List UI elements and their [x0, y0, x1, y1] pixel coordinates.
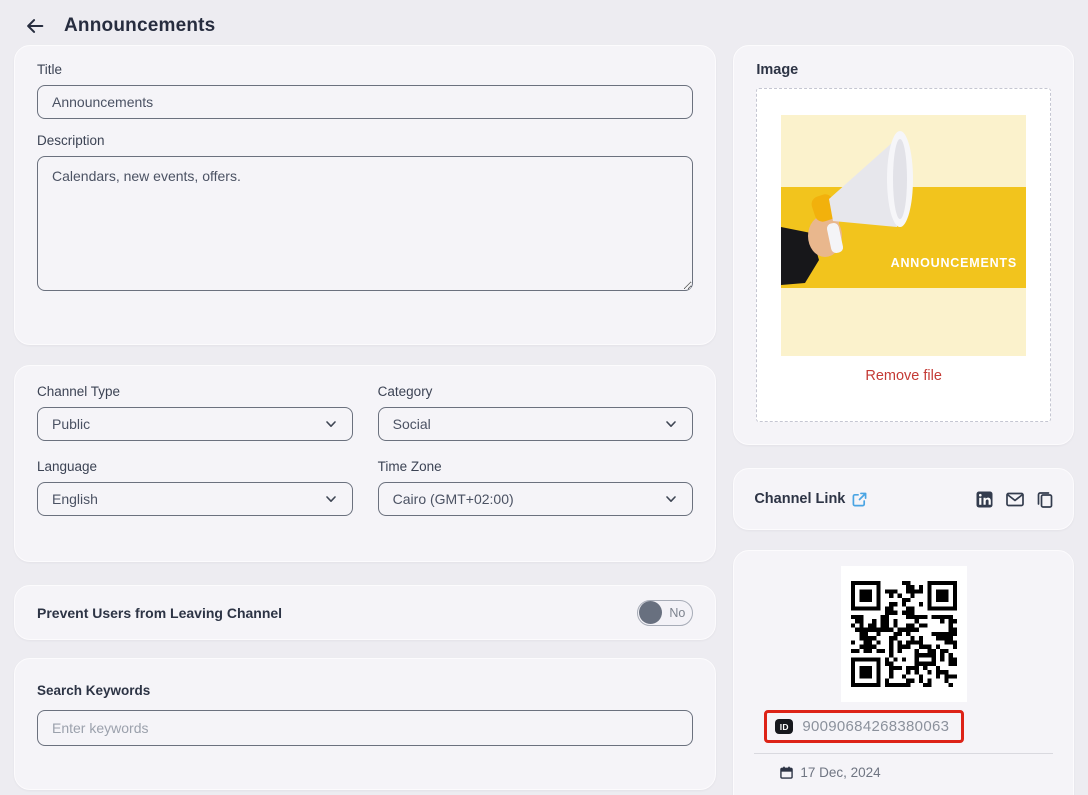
prevent-leaving-card: Prevent Users from Leaving Channel No — [14, 585, 716, 640]
prevent-leaving-label: Prevent Users from Leaving Channel — [37, 605, 282, 621]
qr-code-container — [841, 566, 967, 702]
search-keywords-label: Search Keywords — [37, 683, 693, 698]
divider — [754, 753, 1053, 754]
toggle-state-label: No — [669, 606, 685, 620]
copy-icon — [1037, 491, 1053, 508]
language-select[interactable]: English — [37, 482, 353, 516]
channel-id-value: 90090684268380063 — [802, 718, 949, 735]
copy-link-button[interactable] — [1037, 491, 1053, 508]
id-badge: ID — [775, 719, 793, 734]
share-email-button[interactable] — [1006, 492, 1024, 507]
category-label: Category — [378, 384, 694, 399]
description-label: Description — [37, 133, 693, 148]
channel-type-label: Channel Type — [37, 384, 353, 399]
prevent-leaving-toggle[interactable]: No — [637, 600, 693, 626]
chevron-down-icon — [324, 417, 338, 431]
page-title: Announcements — [64, 15, 215, 37]
channel-type-select[interactable]: Public — [37, 407, 353, 441]
created-date-row: 17 Dec, 2024 — [780, 765, 1051, 780]
category-select[interactable]: Social — [378, 407, 694, 441]
share-linkedin-button[interactable] — [976, 491, 993, 508]
chevron-down-icon — [664, 492, 678, 506]
category-value: Social — [393, 416, 431, 432]
remove-file-link[interactable]: Remove file — [865, 368, 942, 384]
title-label: Title — [37, 62, 693, 77]
mail-icon — [1006, 492, 1024, 507]
external-link-button[interactable] — [852, 492, 867, 507]
image-overlay-text: ANNOUNCEMENTS — [891, 256, 1017, 270]
external-link-icon — [852, 492, 867, 507]
form-column: Title Description Calendars, new events,… — [14, 45, 716, 790]
basic-info-card: Title Description Calendars, new events,… — [14, 45, 716, 345]
image-label: Image — [756, 62, 1051, 78]
chevron-down-icon — [324, 492, 338, 506]
created-date: 17 Dec, 2024 — [800, 765, 880, 780]
channel-info-card: ID 90090684268380063 17 Dec, 2024 — [733, 550, 1074, 795]
language-value: English — [52, 491, 98, 507]
time-zone-label: Time Zone — [378, 459, 694, 474]
calendar-icon — [780, 766, 793, 779]
search-keywords-card: Search Keywords — [14, 658, 716, 790]
arrow-left-icon — [24, 15, 46, 37]
chevron-down-icon — [664, 417, 678, 431]
image-dropzone[interactable]: ANNOUNCEMENTS Remove file — [756, 88, 1051, 422]
language-label: Language — [37, 459, 353, 474]
qr-code — [851, 581, 957, 687]
side-column: Image — [733, 45, 1074, 795]
time-zone-value: Cairo (GMT+02:00) — [393, 491, 514, 507]
channel-settings-card: Channel Type Public Category Social — [14, 365, 716, 562]
channel-link-label: Channel Link — [754, 491, 845, 507]
channel-link-card: Channel Link — [733, 468, 1074, 530]
page-header: Announcements — [0, 0, 1088, 45]
channel-type-value: Public — [52, 416, 90, 432]
channel-id-highlight: ID 90090684268380063 — [764, 710, 964, 743]
linkedin-icon — [976, 491, 993, 508]
toggle-knob — [639, 601, 662, 624]
image-card: Image — [733, 45, 1074, 445]
channel-image: ANNOUNCEMENTS — [781, 115, 1026, 356]
title-input[interactable] — [37, 85, 693, 119]
search-keywords-input[interactable] — [37, 710, 693, 746]
description-textarea[interactable]: Calendars, new events, offers. — [37, 156, 693, 291]
back-button[interactable] — [22, 13, 48, 39]
time-zone-select[interactable]: Cairo (GMT+02:00) — [378, 482, 694, 516]
